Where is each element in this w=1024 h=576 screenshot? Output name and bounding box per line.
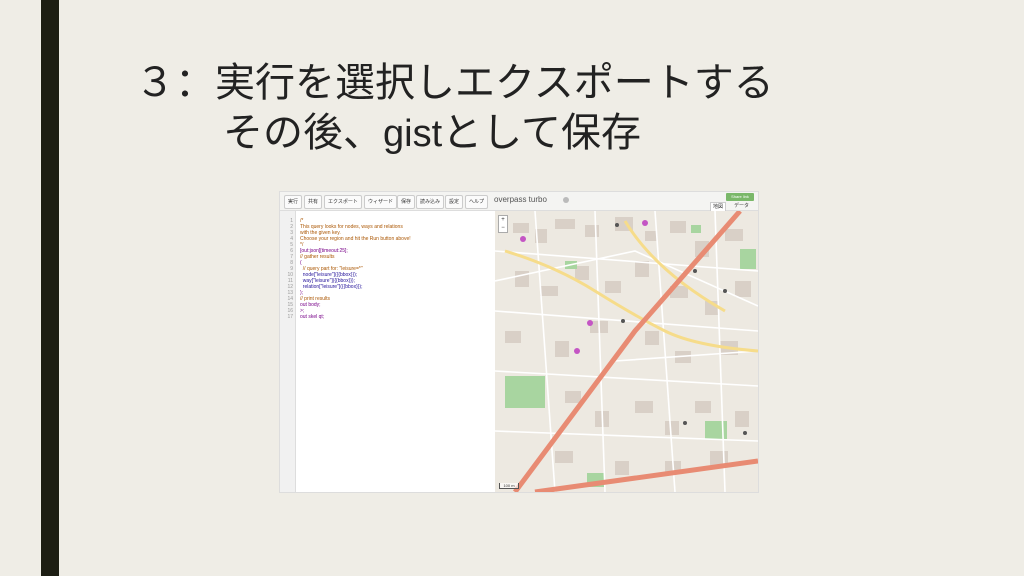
overpass-turbo-screenshot: 実行 共有 エクスポート ウィザード 保存 読み込み 設定 ヘルプ overpa… [280,192,758,492]
save-button[interactable]: 保存 [397,195,416,209]
export-button[interactable]: エクスポート [324,195,362,209]
line-number-gutter: 1 2 3 4 5 6 7 8 9 10 11 12 13 14 15 16 1… [280,211,296,492]
slide-title-line1: ３：実行を選択しエクスポートする [135,60,774,106]
slide-title: ３：実行を選択しエクスポートする その後、gistとして保存 [135,58,774,159]
app-brand: overpass turbo [494,195,547,204]
code-line: out skel qt; [300,314,325,320]
slide-accent-bar [41,0,59,576]
map-view[interactable]: + − 100 m [495,211,758,492]
toolbar: 実行 共有 エクスポート ウィザード 保存 読み込み 設定 ヘルプ overpa… [280,192,758,212]
slide-title-line2-post: として保存 [442,110,641,156]
code-line: Choose your region and hit the Run butto… [300,236,411,242]
zoom-in-button[interactable]: + [499,216,507,224]
share-button[interactable]: 共有 [304,195,323,209]
slide-title-gist: gist [383,113,443,155]
zoom-control: + − [498,215,508,233]
load-button[interactable]: 読み込み [416,195,445,209]
map-canvas [495,211,758,492]
zoom-out-button[interactable]: − [499,224,507,232]
slide-title-line2: その後、gistとして保存 [135,108,774,159]
settings-button[interactable]: 設定 [445,195,464,209]
tab-data[interactable]: データ [732,202,751,211]
run-button[interactable]: 実行 [284,195,303,209]
share-link-button[interactable]: Share link [726,193,754,201]
map-scale: 100 m [499,483,519,489]
info-icon[interactable] [563,197,569,203]
query-code[interactable]: /* This query looks for nodes, ways and r… [300,218,411,320]
wizard-button[interactable]: ウィザード [364,195,398,209]
slide-title-line2-pre: その後、 [223,110,383,156]
help-button[interactable]: ヘルプ [465,195,489,209]
query-editor[interactable]: 1 2 3 4 5 6 7 8 9 10 11 12 13 14 15 16 1… [280,211,495,492]
